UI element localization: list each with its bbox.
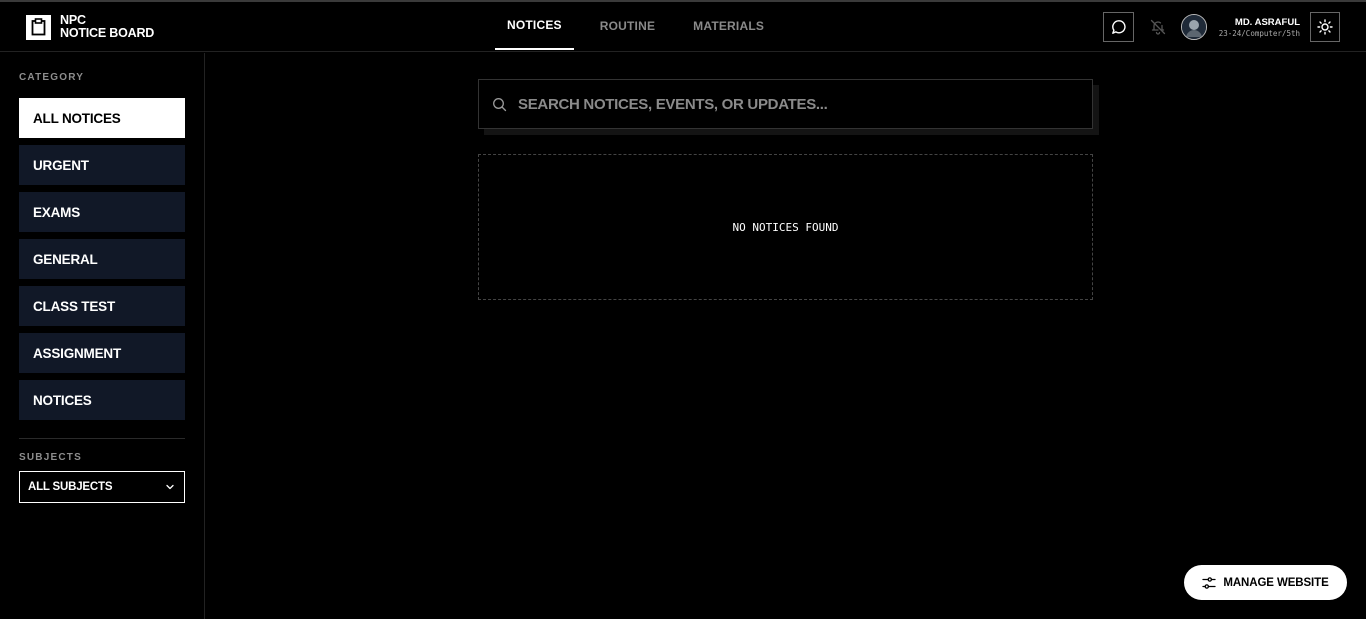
- category-class-test[interactable]: CLASS TEST: [19, 286, 185, 326]
- sidebar-divider: [19, 438, 185, 439]
- tab-routine[interactable]: ROUTINE: [600, 2, 655, 50]
- subject-selected-value: ALL SUBJECTS: [28, 481, 113, 493]
- user-name: MD. ASRAFUL: [1234, 17, 1300, 28]
- category-urgent[interactable]: URGENT: [19, 145, 185, 185]
- search-bar[interactable]: [478, 79, 1093, 129]
- category-list: ALL NOTICES URGENT EXAMS GENERAL CLASS T…: [19, 98, 185, 427]
- bell-off-icon[interactable]: [1149, 18, 1167, 36]
- manage-website-button[interactable]: MANAGE WEBSITE: [1184, 565, 1347, 600]
- search-input[interactable]: [518, 95, 1058, 113]
- subject-select[interactable]: ALL SUBJECTS: [19, 471, 185, 503]
- subjects-heading: SUBJECTS: [19, 452, 82, 463]
- search-icon: [493, 97, 507, 111]
- manage-website-label: MANAGE WEBSITE: [1223, 576, 1329, 589]
- sun-icon: [1317, 19, 1333, 35]
- chat-bubble-icon: [1111, 20, 1126, 34]
- logo[interactable]: NPC NOTICE BOARD: [26, 14, 154, 40]
- user-info[interactable]: MD. ASRAFUL 23-24/Computer/5th: [1205, 17, 1300, 39]
- category-assignment[interactable]: ASSIGNMENT: [19, 333, 185, 373]
- top-bar: NPC NOTICE BOARD NOTICES ROUTINE MATERIA…: [0, 2, 1366, 52]
- tab-materials[interactable]: MATERIALS: [693, 2, 764, 50]
- logo-text: NPC NOTICE BOARD: [60, 14, 154, 40]
- theme-toggle-button[interactable]: [1310, 12, 1340, 42]
- notices-empty-state: NO NOTICES FOUND: [478, 154, 1093, 300]
- category-notices[interactable]: NOTICES: [19, 380, 185, 420]
- category-general[interactable]: GENERAL: [19, 239, 185, 279]
- tab-notices[interactable]: NOTICES: [495, 2, 574, 50]
- chevron-down-icon: [166, 484, 174, 490]
- sidebar: CATEGORY ALL NOTICES URGENT EXAMS GENERA…: [0, 53, 205, 619]
- clipboard-icon: [26, 14, 51, 40]
- category-all-notices[interactable]: ALL NOTICES: [19, 98, 185, 138]
- empty-message: NO NOTICES FOUND: [732, 220, 839, 234]
- main-nav: NOTICES ROUTINE MATERIALS: [495, 2, 802, 50]
- avatar-image: [1182, 15, 1206, 39]
- user-details: 23-24/Computer/5th: [1218, 29, 1300, 38]
- logo-line-2: NOTICE BOARD: [60, 26, 155, 40]
- category-heading: CATEGORY: [19, 72, 85, 83]
- avatar[interactable]: [1181, 14, 1207, 40]
- chat-button[interactable]: [1103, 12, 1134, 42]
- settings-sliders-icon: [1202, 576, 1216, 589]
- category-exams[interactable]: EXAMS: [19, 192, 185, 232]
